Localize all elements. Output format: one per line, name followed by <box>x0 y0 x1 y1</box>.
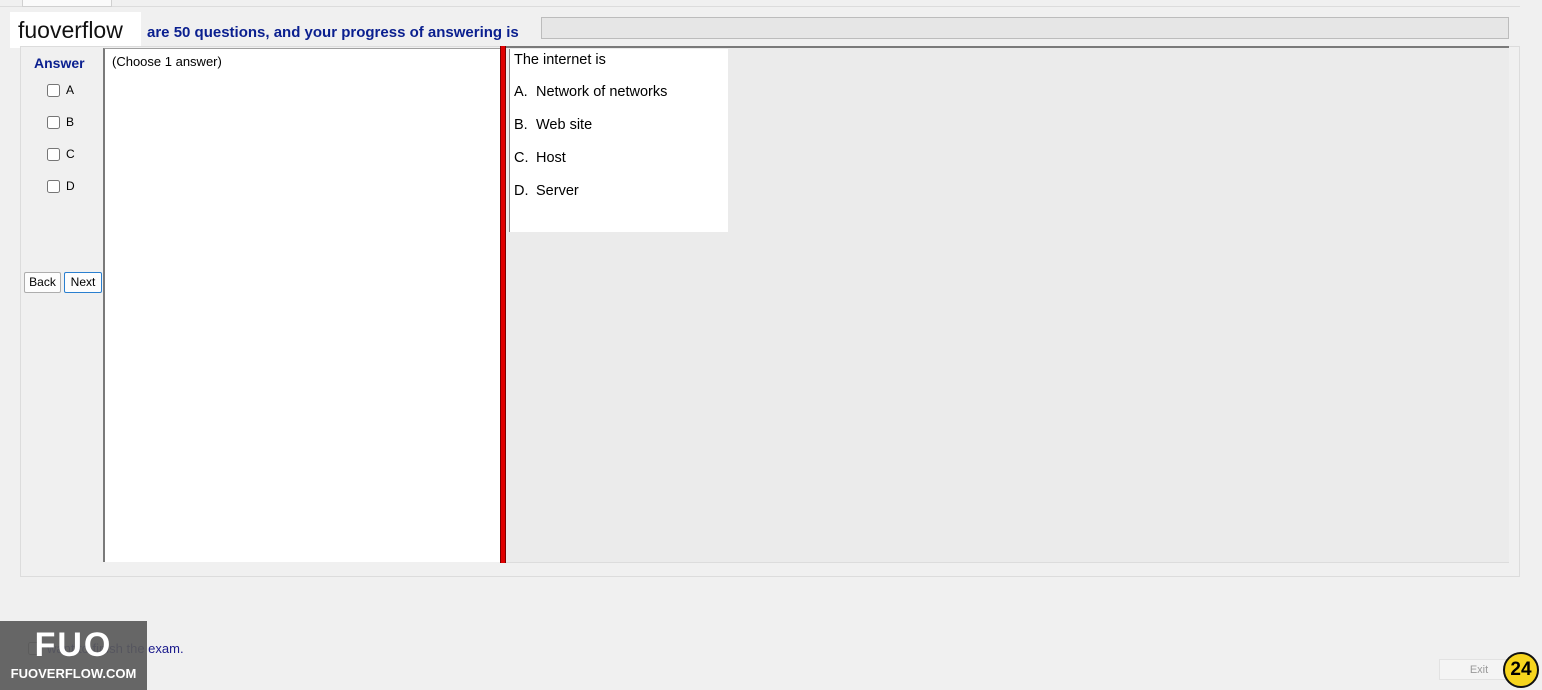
answer-option-label: A <box>66 83 75 97</box>
answer-checkbox-c[interactable] <box>47 147 60 161</box>
panel-splitter[interactable] <box>500 46 506 563</box>
watermark-logo-url: FUOVERFLOW.COM <box>10 666 137 681</box>
choice-letter: B. <box>514 117 528 133</box>
answer-option-label: C <box>66 147 75 161</box>
choice-text: Server <box>536 183 579 199</box>
answer-checkbox-a[interactable] <box>47 83 60 97</box>
choice-b: B. Web site <box>514 117 592 133</box>
choice-letter: A. <box>514 84 528 100</box>
back-button[interactable]: Back <box>24 272 61 293</box>
answer-option-b[interactable]: B <box>47 115 74 129</box>
progress-text: are 50 questions, and your progress of a… <box>147 24 519 41</box>
next-button[interactable]: Next <box>64 272 102 293</box>
brand-label: fuoverflow <box>10 12 141 48</box>
page-number-badge: 24 <box>1503 652 1539 688</box>
progress-bar <box>541 17 1509 39</box>
question-box: The internet is A. Network of networks B.… <box>509 49 728 232</box>
choice-text: Network of networks <box>536 84 668 100</box>
top-divider <box>0 6 1520 7</box>
watermark-logo-text: FUO <box>34 626 113 664</box>
answer-option-d[interactable]: D <box>47 179 75 193</box>
answer-checkbox-b[interactable] <box>47 115 60 129</box>
answer-option-a[interactable]: A <box>47 83 74 97</box>
question-prompt: The internet is <box>514 52 606 68</box>
choice-text: Web site <box>536 117 593 133</box>
instruction-panel: (Choose 1 answer) <box>103 48 501 562</box>
answer-option-label: B <box>66 115 75 129</box>
choice-letter: D. <box>514 183 529 199</box>
answer-checkbox-d[interactable] <box>47 179 60 193</box>
tab-stub <box>22 0 112 7</box>
answer-title: Answer <box>34 55 85 71</box>
answer-option-c[interactable]: C <box>47 147 75 161</box>
answer-option-label: D <box>66 179 75 193</box>
choice-letter: C. <box>514 150 529 166</box>
watermark-logo: FUO FUOVERFLOW.COM <box>0 621 147 690</box>
choice-c: C. Host <box>514 150 566 166</box>
choice-a: A. Network of networks <box>514 84 667 100</box>
choice-text: Host <box>536 150 566 166</box>
instruction-text: (Choose 1 answer) <box>112 54 222 69</box>
choice-d: D. Server <box>514 183 579 199</box>
